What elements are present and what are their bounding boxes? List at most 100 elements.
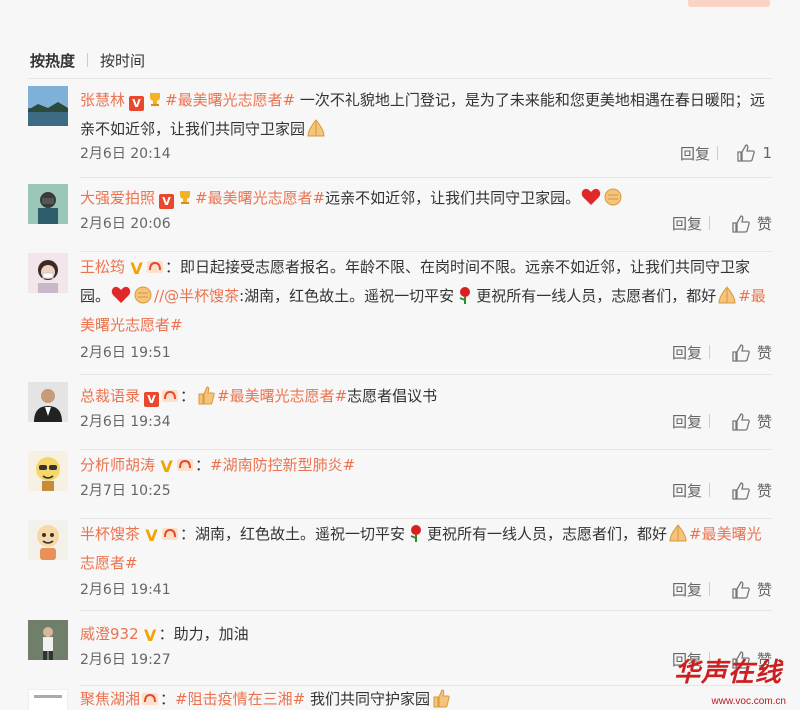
user-name[interactable]: 王松筠: [80, 258, 125, 276]
topic-link[interactable]: #阻击疫情在三湘#: [175, 690, 305, 708]
comment-body: 半杯馊茶 V ：湖南，红色故土。遥祝一切平安 更祝所有一线人员，志愿者们，都好 #最美曙…: [80, 520, 772, 578]
like-label: 赞: [756, 581, 772, 599]
fist-icon: [134, 286, 152, 304]
reply-button[interactable]: 回复: [672, 411, 702, 432]
praying-hands-icon: [669, 524, 687, 542]
comment-divider: [80, 610, 772, 611]
watermark-text: 华声在线: [673, 658, 782, 688]
timestamp: 2月6日 19:51: [80, 345, 171, 361]
hands-medal-icon: [147, 261, 164, 273]
comment-body: 大强爱拍照 V #最美曙光志愿者#远亲不如近邻，让我们共同守卫家园。: [80, 184, 772, 213]
comment-text: :湖南，红色故土。遥祝一切平安: [239, 287, 455, 305]
tab-by-hot[interactable]: 按热度: [30, 50, 75, 71]
reply-button[interactable]: 回复: [672, 579, 702, 600]
tab-divider: [87, 53, 89, 67]
action-divider: [709, 483, 710, 497]
comment-text: ：湖南，红色故土。遥祝一切平安: [180, 525, 406, 543]
action-divider: [717, 146, 718, 160]
avatar[interactable]: [28, 382, 68, 422]
tab-by-time[interactable]: 按时间: [100, 50, 145, 71]
hands-medal-icon: [177, 459, 194, 471]
topic-link[interactable]: #最美曙光志愿者#: [195, 189, 325, 207]
comment-divider: [80, 518, 772, 519]
comment-item: 威澄932 V ：助力，加油 2月6日 19:27 回复 赞: [28, 620, 772, 686]
topic-link[interactable]: #最美曙光志愿者#: [217, 387, 347, 405]
timestamp: 2月6日 19:41: [80, 582, 171, 598]
cup-medal-icon: [180, 191, 191, 204]
watermark-logo: 华声在线 www.voc.com.cn: [662, 650, 794, 710]
user-name[interactable]: 分析师胡涛: [80, 456, 155, 474]
user-name[interactable]: 大强爱拍照: [80, 189, 155, 207]
avatar[interactable]: [28, 451, 68, 491]
comment-divider: [80, 251, 772, 252]
rose-icon: [459, 287, 471, 304]
heart-icon: [581, 188, 601, 205]
comment-divider: [80, 374, 772, 375]
comment-divider: [80, 449, 772, 450]
tabs-divider: [28, 78, 772, 79]
comment-body: 分析师胡涛 V ：#湖南防控新型肺炎#: [80, 451, 772, 480]
comment-body: 威澄932 V ：助力，加油: [80, 620, 772, 649]
avatar[interactable]: [28, 86, 68, 126]
comment-body: 张慧林 V #最美曙光志愿者# 一次不礼貌地上门登记，是为了未来能和您更美地相遇在春…: [80, 86, 772, 144]
like-button[interactable]: 赞: [731, 480, 772, 501]
hands-medal-icon: [162, 390, 179, 402]
user-name[interactable]: 威澄932: [80, 625, 139, 643]
heart-icon: [111, 286, 131, 303]
timestamp: 2月6日 20:14: [80, 146, 171, 162]
verified-v-icon: V: [145, 526, 158, 545]
timestamp: 2月7日 10:25: [80, 483, 171, 499]
comment-item: 分析师胡涛 V ：#湖南防控新型肺炎# 2月7日 10:25 回复 赞: [28, 451, 772, 519]
like-button[interactable]: 1: [736, 143, 772, 163]
avatar[interactable]: [28, 184, 68, 224]
comment-text: ：: [160, 690, 176, 708]
thumbs-up-icon: [732, 481, 750, 500]
comment-item: 半杯馊茶 V ：湖南，红色故土。遥祝一切平安 更祝所有一线人员，志愿者们，都好 #最美曙…: [28, 520, 772, 611]
comment-text: 我们共同守护家园: [305, 690, 430, 708]
verified-v-icon: V: [130, 259, 143, 278]
avatar[interactable]: [28, 620, 68, 660]
user-name[interactable]: 半杯馊茶: [80, 525, 140, 543]
reply-button[interactable]: 回复: [672, 480, 702, 501]
like-button[interactable]: 赞: [731, 213, 772, 234]
like-label: 赞: [756, 215, 772, 233]
sort-tabs: 按热度 按时间: [30, 50, 145, 70]
like-button[interactable]: 赞: [731, 342, 772, 363]
thumbs-up-icon: [732, 412, 750, 431]
avatar[interactable]: [28, 689, 68, 710]
comment-item: 总裁语录 V ： #最美曙光志愿者#志愿者倡议书 2月6日 19:34 回复 赞: [28, 382, 772, 450]
user-name[interactable]: 总裁语录: [80, 387, 140, 405]
thumbs-up-emoji-icon: [198, 386, 215, 405]
timestamp: 2月6日 19:27: [80, 652, 171, 668]
mention-link[interactable]: //@半杯馊茶: [154, 287, 239, 305]
reply-button[interactable]: 回复: [672, 213, 702, 234]
cup-medal-icon: [150, 93, 161, 106]
topic-link[interactable]: #湖南防控新型肺炎#: [210, 456, 355, 474]
comment-body: 总裁语录 V ： #最美曙光志愿者#志愿者倡议书: [80, 382, 772, 411]
verified-v-icon: V: [159, 194, 175, 209]
action-divider: [709, 582, 710, 596]
user-name[interactable]: 聚焦湖湘: [80, 690, 140, 708]
reply-button[interactable]: 回复: [672, 342, 702, 363]
watermark-url: www.voc.com.cn: [711, 696, 786, 707]
avatar[interactable]: [28, 253, 68, 293]
like-label: 赞: [756, 482, 772, 500]
reply-button[interactable]: 回复: [680, 143, 710, 164]
verified-v-icon: V: [143, 626, 157, 645]
verified-v-icon: V: [160, 457, 173, 476]
user-name[interactable]: 张慧林: [80, 91, 125, 109]
avatar[interactable]: [28, 520, 68, 560]
like-button[interactable]: 赞: [731, 579, 772, 600]
comment-panel: 按热度 按时间 张慧林 V #最美曙光志愿者# 一次不礼貌地上门登记，是为了未来能和…: [0, 0, 800, 710]
like-button[interactable]: 赞: [731, 411, 772, 432]
comment-text: 远亲不如近邻，让我们共同守卫家园。: [325, 189, 581, 207]
thumbs-up-emoji-icon: [433, 689, 450, 708]
comment-divider: [80, 177, 772, 178]
comment-item: 王松筠 V ：即日起接受志愿者报名。年龄不限、在岗时间不限。远亲不如近邻，让我们共同…: [28, 253, 772, 375]
comment-text: 更祝所有一线人员，志愿者们，都好: [427, 525, 668, 543]
comment-item: 张慧林 V #最美曙光志愿者# 一次不礼貌地上门登记，是为了未来能和您更美地相遇在春…: [28, 86, 772, 178]
comment-text: 志愿者倡议书: [347, 387, 438, 405]
fist-icon: [604, 188, 622, 206]
topic-link[interactable]: #最美曙光志愿者#: [165, 91, 295, 109]
top-button[interactable]: [688, 0, 770, 7]
